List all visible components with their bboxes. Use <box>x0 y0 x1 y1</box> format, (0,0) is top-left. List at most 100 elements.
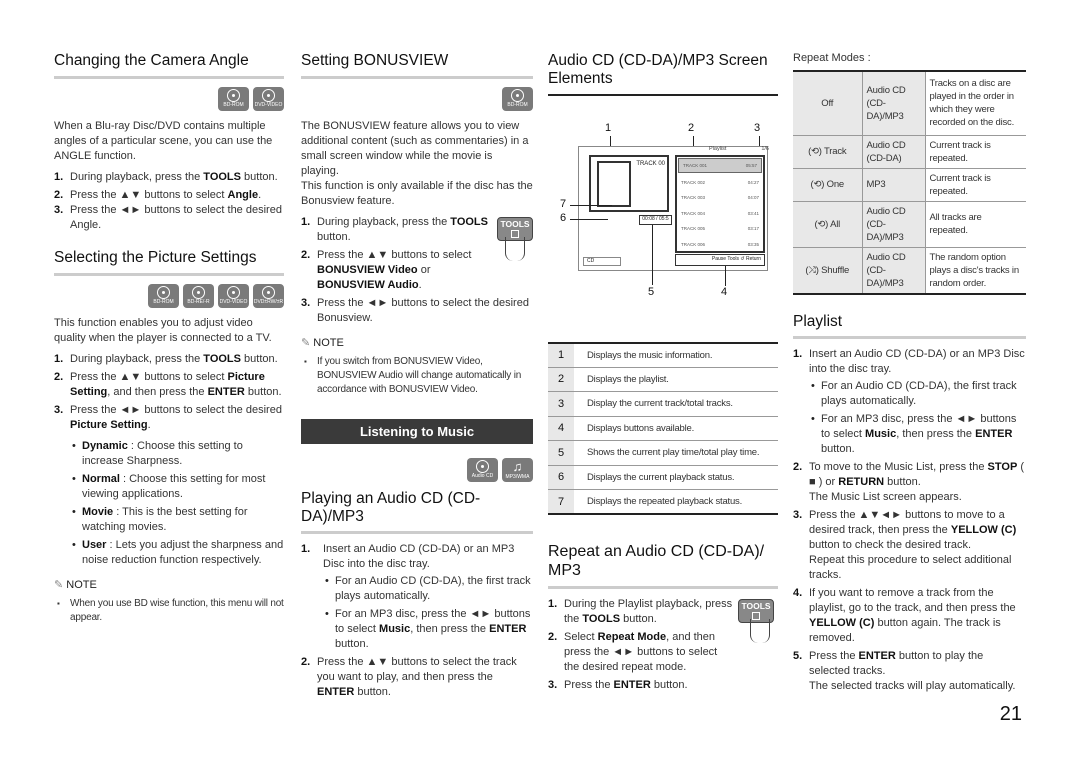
option-item: User : Lets you adjust the sharpness and… <box>70 538 284 568</box>
callout-7: 7 <box>560 197 567 210</box>
row-description: Display the current track/total tracks. <box>574 391 778 417</box>
playlist-title: Playlist <box>793 313 1026 340</box>
playlist-track-row: TRACK 005 03:17 <box>677 221 763 237</box>
step: 2. To move to the Music List, press the S… <box>793 461 1025 504</box>
track-name: TRACK 004 <box>681 210 706 216</box>
music-info-box: TRACK 00 <box>589 154 669 212</box>
desc-cell: All tracks are repeated. <box>925 201 1026 248</box>
page-number: 21 <box>999 703 1022 725</box>
step: 2. Press the ▲▼ buttons to select Angle. <box>54 188 262 201</box>
step: 3. Press the ◄► buttons to select the des… <box>54 203 282 231</box>
bd-rom-disc-icon: BD-ROM <box>218 86 249 111</box>
picture-settings-intro: This function enables you to adjust vide… <box>54 316 272 344</box>
disc-icons: BD-ROM BD-RE/-R DVD-VIDEO DVD±RW/±R <box>54 283 284 308</box>
bonusview-intro: The BONUSVIEW feature allows you to view… <box>301 119 529 177</box>
column-1: Changing the Camera Angle BD-ROM DVD-VID… <box>54 52 284 625</box>
playing-cd-steps: 1. Insert an Audio CD (CD-DA) or an MP3 D… <box>301 542 533 700</box>
repeat-mode-row: (⤨) Shuffle Audio CD (CD-DA)/MP3 The rando… <box>793 247 1026 294</box>
step: 3. Press the ENTER button. <box>548 678 688 691</box>
cd-label: CD <box>583 256 621 266</box>
bullet-list: For an Audio CD (CD-DA), the first track… <box>809 379 1026 457</box>
note-heading: NOTE <box>54 578 284 591</box>
album-art <box>597 160 631 207</box>
bullet-item: For an MP3 disc, press the ◄► buttons to… <box>323 607 533 652</box>
note-text: If you switch from BONUSVIEW Video, BONU… <box>301 355 533 397</box>
track-name: TRACK 005 <box>681 226 706 232</box>
mp3-music-note-icon: ♫ MP3/WMA <box>502 457 533 482</box>
column-3: Audio CD (CD-DA)/MP3 Screen Elements 1 2… <box>548 52 778 699</box>
step: 4. If you want to remove a track from the… <box>793 587 1016 645</box>
dvd-rw-disc-icon: DVD±RW/±R <box>253 283 284 308</box>
row-description: Displays the music information. <box>574 342 778 368</box>
desc-cell: Current track is repeated. <box>925 135 1026 169</box>
row-number: 6 <box>548 465 574 491</box>
track-name: TRACK 003 <box>681 195 706 201</box>
table-row: 6 Displays the current playback status. <box>548 465 778 491</box>
track-name: TRACK 001 <box>683 162 708 168</box>
option-item: Normal : Choose this setting for most vi… <box>70 472 284 502</box>
mode-cell: (⤨) Shuffle <box>793 247 863 294</box>
type-cell: Audio CD (CD-DA) <box>862 135 926 169</box>
repeat-modes-table: Off Audio CD (CD-DA)/MP3 Tracks on a disc … <box>793 70 1026 295</box>
playlist-track-row: TRACK 003 04:07 <box>677 190 763 206</box>
desc-cell: Tracks on a disc are played in the order… <box>925 71 1026 136</box>
camera-angle-title: Changing the Camera Angle <box>54 52 284 79</box>
mode-cell: (⟲) One <box>793 168 863 202</box>
callout-3: 3 <box>754 121 761 134</box>
type-cell: Audio CD (CD-DA)/MP3 <box>862 71 926 136</box>
screen-diagram: 1 2 3 Playlist 1/6 TRACK 00 TRACK 001 05:5… <box>548 122 778 328</box>
track-time: 03:35 <box>747 241 759 247</box>
playlist-steps: 1. Insert an Audio CD (CD-DA) or an MP3 D… <box>793 347 1026 694</box>
picture-settings-steps: 1. During playback, press the TOOLS butto… <box>54 352 284 568</box>
bonusview-steps: TOOLS 1. During playback, press the TOOLS… <box>301 215 533 326</box>
disc-icons: BD-ROM DVD-VIDEO <box>54 86 284 111</box>
camera-angle-intro: When a Blu-ray Disc/DVD contains multipl… <box>54 119 273 162</box>
note-heading: NOTE <box>301 336 533 349</box>
column-2: Setting BONUSVIEW BD-ROM The BONUSVIEW f… <box>301 52 533 706</box>
row-description: Displays buttons available. <box>574 416 778 442</box>
desc-cell: The random option plays a disc's tracks … <box>925 247 1026 294</box>
listening-to-music-banner: Listening to Music <box>301 418 533 444</box>
option-item: Dynamic : Choose this setting to increas… <box>70 439 284 469</box>
repeat-icon: (⟲) <box>808 146 822 157</box>
row-description: Displays the playlist. <box>574 367 778 393</box>
repeat-icon: (⟲) <box>814 218 829 230</box>
bullet-item: For an Audio CD (CD-DA), the first track… <box>323 574 533 604</box>
table-row: 7 Displays the repeated playback status. <box>548 489 778 515</box>
mode-cell: (⟲) Track <box>793 135 863 169</box>
note-text: When you use BD wise function, this menu… <box>54 597 284 625</box>
playlist-header: Playlist 1/6 <box>709 145 769 152</box>
callout-2: 2 <box>688 121 695 134</box>
step: 1. During playback, press the TOOLS butto… <box>54 352 278 365</box>
bonusview-title: Setting BONUSVIEW <box>301 52 533 79</box>
camera-angle-steps: 1. During playback, press the TOOLS butto… <box>54 170 284 233</box>
screen-elements-table: 1 Displays the music information. 2 Display… <box>548 341 778 516</box>
playlist-track-row: TRACK 001 05:57 <box>678 157 762 174</box>
step: 3. Press the ▲▼◄► buttons to move to a de… <box>793 509 1017 582</box>
step: 3. Press the ◄► buttons to select the des… <box>54 403 284 568</box>
time-display: 00:08 / 05:5 <box>639 214 672 225</box>
track-time: 04:07 <box>747 195 759 201</box>
column-4: Repeat Modes : Off Audio CD (CD-DA)/MP3 Tr… <box>793 52 1026 700</box>
step: 3. Press the ◄► buttons to select the des… <box>301 296 529 324</box>
option-item: Movie : This is the best setting for wat… <box>70 505 284 535</box>
disc-icons: BD-ROM <box>301 86 533 111</box>
track-name: TRACK 006 <box>681 241 706 247</box>
row-description: Displays the current playback status. <box>574 465 778 491</box>
step: 1. During playback, press the TOOLS butto… <box>301 215 488 243</box>
step: 1. Insert an Audio CD (CD-DA) or an MP3 D… <box>793 347 1026 457</box>
type-cell: MP3 <box>862 168 926 202</box>
row-number: 1 <box>548 342 574 368</box>
bd-rom-disc-icon: BD-ROM <box>148 283 179 308</box>
repeat-icon: (⟲) <box>810 179 825 190</box>
playlist-track-row: TRACK 006 03:35 <box>677 237 763 253</box>
repeat-icon: (⤨) <box>805 264 819 276</box>
disc-icons: Audio CD ♫ MP3/WMA <box>301 457 533 482</box>
table-row: 4 Displays buttons available. <box>548 416 778 442</box>
track-time: 05:57 <box>745 162 757 168</box>
repeat-mode-row: (⟲) One MP3 Current track is repeated. <box>793 168 1026 202</box>
playlist-track-row: TRACK 004 03:41 <box>677 205 763 221</box>
repeat-mode-row: Off Audio CD (CD-DA)/MP3 Tracks on a disc … <box>793 71 1026 136</box>
bullet-item: For an Audio CD (CD-DA), the first track… <box>809 379 1026 409</box>
bullet-list: For an Audio CD (CD-DA), the first track… <box>323 574 533 652</box>
